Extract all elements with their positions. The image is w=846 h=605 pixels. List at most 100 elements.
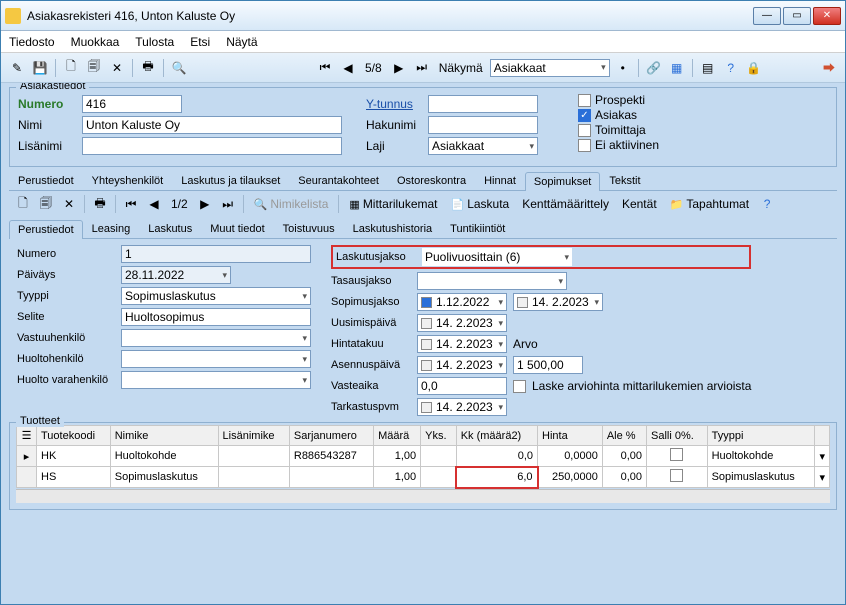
subtab-perustiedot[interactable]: Perustiedot (9, 220, 83, 239)
edit-icon[interactable]: ✎ (7, 58, 27, 78)
c-asennuspaiva-input[interactable]: 14. 2.2023▾ (417, 356, 507, 374)
c-sopimusjakso-a[interactable]: 1.12.2022▾ (417, 293, 507, 311)
th-salli[interactable]: Salli 0%. (647, 426, 708, 446)
subtab-leasing[interactable]: Leasing (83, 219, 140, 238)
sub-nav-prev-icon[interactable]: ◀ (144, 194, 164, 214)
sub-help-icon[interactable]: ? (757, 194, 777, 214)
subtab-tuntikiintiot[interactable]: Tuntikiintiöt (441, 219, 514, 238)
lock-icon[interactable]: 🔒 (744, 58, 764, 78)
menu-nayta[interactable]: Näytä (226, 35, 257, 49)
nimi-input[interactable] (82, 116, 342, 134)
link-icon[interactable]: 🔗 (644, 58, 664, 78)
table-row[interactable]: ▸ HK Huoltokohde R886543287 1,00 0,0 0,0… (17, 446, 830, 467)
copy-icon[interactable]: 🗐 (84, 58, 104, 78)
th-nimike[interactable]: Nimike (110, 426, 218, 446)
c-laske-checkbox[interactable] (513, 380, 526, 393)
sub-print-icon[interactable]: 🖶 (90, 194, 110, 214)
save-icon[interactable]: 💾 (30, 58, 50, 78)
laji-select[interactable]: Asiakkaat▾ (428, 137, 538, 155)
th-hinta[interactable]: Hinta (538, 426, 603, 446)
nav-prev-icon[interactable]: ◀ (338, 58, 358, 78)
nav-first-icon[interactable]: ⏮ (315, 58, 335, 78)
toimittaja-checkbox[interactable] (578, 124, 591, 137)
tab-ostoreskontra[interactable]: Ostoreskontra (388, 171, 475, 190)
th-tyyppi[interactable]: Tyyppi (707, 426, 815, 446)
subtab-toistuvuus[interactable]: Toistuvuus (274, 219, 344, 238)
c-laskutusjakso-select[interactable]: Puolivuosittain (6)▾ (422, 248, 572, 266)
th-ale[interactable]: Ale % (602, 426, 646, 446)
allow-checkbox[interactable] (670, 469, 683, 482)
c-vasteaika-input[interactable] (417, 377, 507, 395)
menu-tulosta[interactable]: Tulosta (135, 35, 174, 49)
ytunnus-input[interactable] (428, 95, 538, 113)
row-menu-header[interactable]: ☰ (17, 426, 37, 446)
tab-hinnat[interactable]: Hinnat (475, 171, 525, 190)
c-uusimispaiva-input[interactable]: 14. 2.2023▾ (417, 314, 507, 332)
th-tuotekoodi[interactable]: Tuotekoodi (37, 426, 111, 446)
tab-sopimukset[interactable]: Sopimukset (525, 172, 600, 191)
menu-muokkaa[interactable]: Muokkaa (71, 35, 120, 49)
db-icon[interactable]: ▦ (667, 58, 687, 78)
asiakas-checkbox[interactable]: ✓ (578, 109, 591, 122)
tab-yhteyshenkilot[interactable]: Yhteyshenkilöt (83, 171, 173, 190)
menu-tiedosto[interactable]: Tiedosto (9, 35, 55, 49)
prospekti-checkbox[interactable] (578, 94, 591, 107)
c-tyyppi-select[interactable]: Sopimuslaskutus▾ (121, 287, 311, 305)
c-sopimusjakso-b[interactable]: 14. 2.2023▾ (513, 293, 603, 311)
minimize-button[interactable]: — (753, 7, 781, 25)
maximize-button[interactable]: ▭ (783, 7, 811, 25)
eiaktiivinen-checkbox[interactable] (578, 139, 591, 152)
search-icon[interactable]: 🔍 (169, 58, 189, 78)
subtab-laskutus[interactable]: Laskutus (139, 219, 201, 238)
nimikelista-button[interactable]: 🔍 Nimikelista (249, 195, 334, 213)
laskuta-button[interactable]: 📄 Laskuta (446, 195, 515, 213)
print-icon[interactable]: 🖶 (138, 58, 158, 78)
delete-icon[interactable]: ✕ (107, 58, 127, 78)
sub-nav-next-icon[interactable]: ▶ (195, 194, 215, 214)
c-numero-input[interactable] (121, 245, 311, 263)
th-kk[interactable]: Kk (määrä2) (456, 426, 537, 446)
lisanimi-input[interactable] (82, 137, 342, 155)
th-yks[interactable]: Yks. (421, 426, 457, 446)
sub-new-icon[interactable]: 🗋 (13, 194, 33, 214)
bullet-icon[interactable]: • (613, 58, 633, 78)
mittarilukemat-button[interactable]: ▦ Mittarilukemat (344, 195, 442, 213)
grid-hscroll[interactable] (16, 489, 830, 503)
kentat-button[interactable]: Kentät (617, 195, 662, 213)
c-tasausjakso-select[interactable]: ▾ (417, 272, 567, 290)
c-huoltovara-select[interactable]: ▾ (121, 371, 311, 389)
ytunnus-link[interactable]: Y-tunnus (366, 97, 422, 111)
th-lisanimike[interactable]: Lisänimike (218, 426, 289, 446)
th-maara[interactable]: Määrä (374, 426, 421, 446)
row-dd-icon[interactable]: ▾ (815, 446, 830, 467)
c-paivays-input[interactable]: 28.11.2022▾ (121, 266, 231, 284)
sub-copy-icon[interactable]: 🗐 (36, 194, 56, 214)
nav-last-icon[interactable]: ⏭ (412, 58, 432, 78)
hakunimi-input[interactable] (428, 116, 538, 134)
new-icon[interactable]: 🗋 (61, 58, 81, 78)
numero-input[interactable] (82, 95, 182, 113)
c-hintatakuu-input[interactable]: 14. 2.2023▾ (417, 335, 507, 353)
exit-icon[interactable]: ⮕ (819, 58, 839, 78)
nav-next-icon[interactable]: ▶ (389, 58, 409, 78)
subtab-muut[interactable]: Muut tiedot (201, 219, 273, 238)
menu-etsi[interactable]: Etsi (190, 35, 210, 49)
tab-tekstit[interactable]: Tekstit (600, 171, 649, 190)
c-arvo-input[interactable] (513, 356, 583, 374)
view-select[interactable]: Asiakkaat▾ (490, 59, 610, 77)
c-vastuuhenkilo-select[interactable]: ▾ (121, 329, 311, 347)
table-row[interactable]: HS Sopimuslaskutus 1,00 6,0 250,0000 0,0… (17, 467, 830, 488)
c-huoltohenkilo-select[interactable]: ▾ (121, 350, 311, 368)
close-button[interactable]: ✕ (813, 7, 841, 25)
notes-icon[interactable]: ▤ (698, 58, 718, 78)
row-dd-icon[interactable]: ▾ (815, 467, 830, 488)
sub-nav-last-icon[interactable]: ⏭ (218, 194, 238, 214)
sub-delete-icon[interactable]: ✕ (59, 194, 79, 214)
allow-checkbox[interactable] (670, 448, 683, 461)
tab-perustiedot[interactable]: Perustiedot (9, 171, 83, 190)
c-selite-input[interactable] (121, 308, 311, 326)
kenttamaarittely-button[interactable]: Kenttämäärittely (517, 195, 614, 213)
sub-nav-first-icon[interactable]: ⏮ (121, 194, 141, 214)
c-tarkastuspvm-input[interactable]: 14. 2.2023▾ (417, 398, 507, 416)
tab-seurantakohteet[interactable]: Seurantakohteet (289, 171, 388, 190)
